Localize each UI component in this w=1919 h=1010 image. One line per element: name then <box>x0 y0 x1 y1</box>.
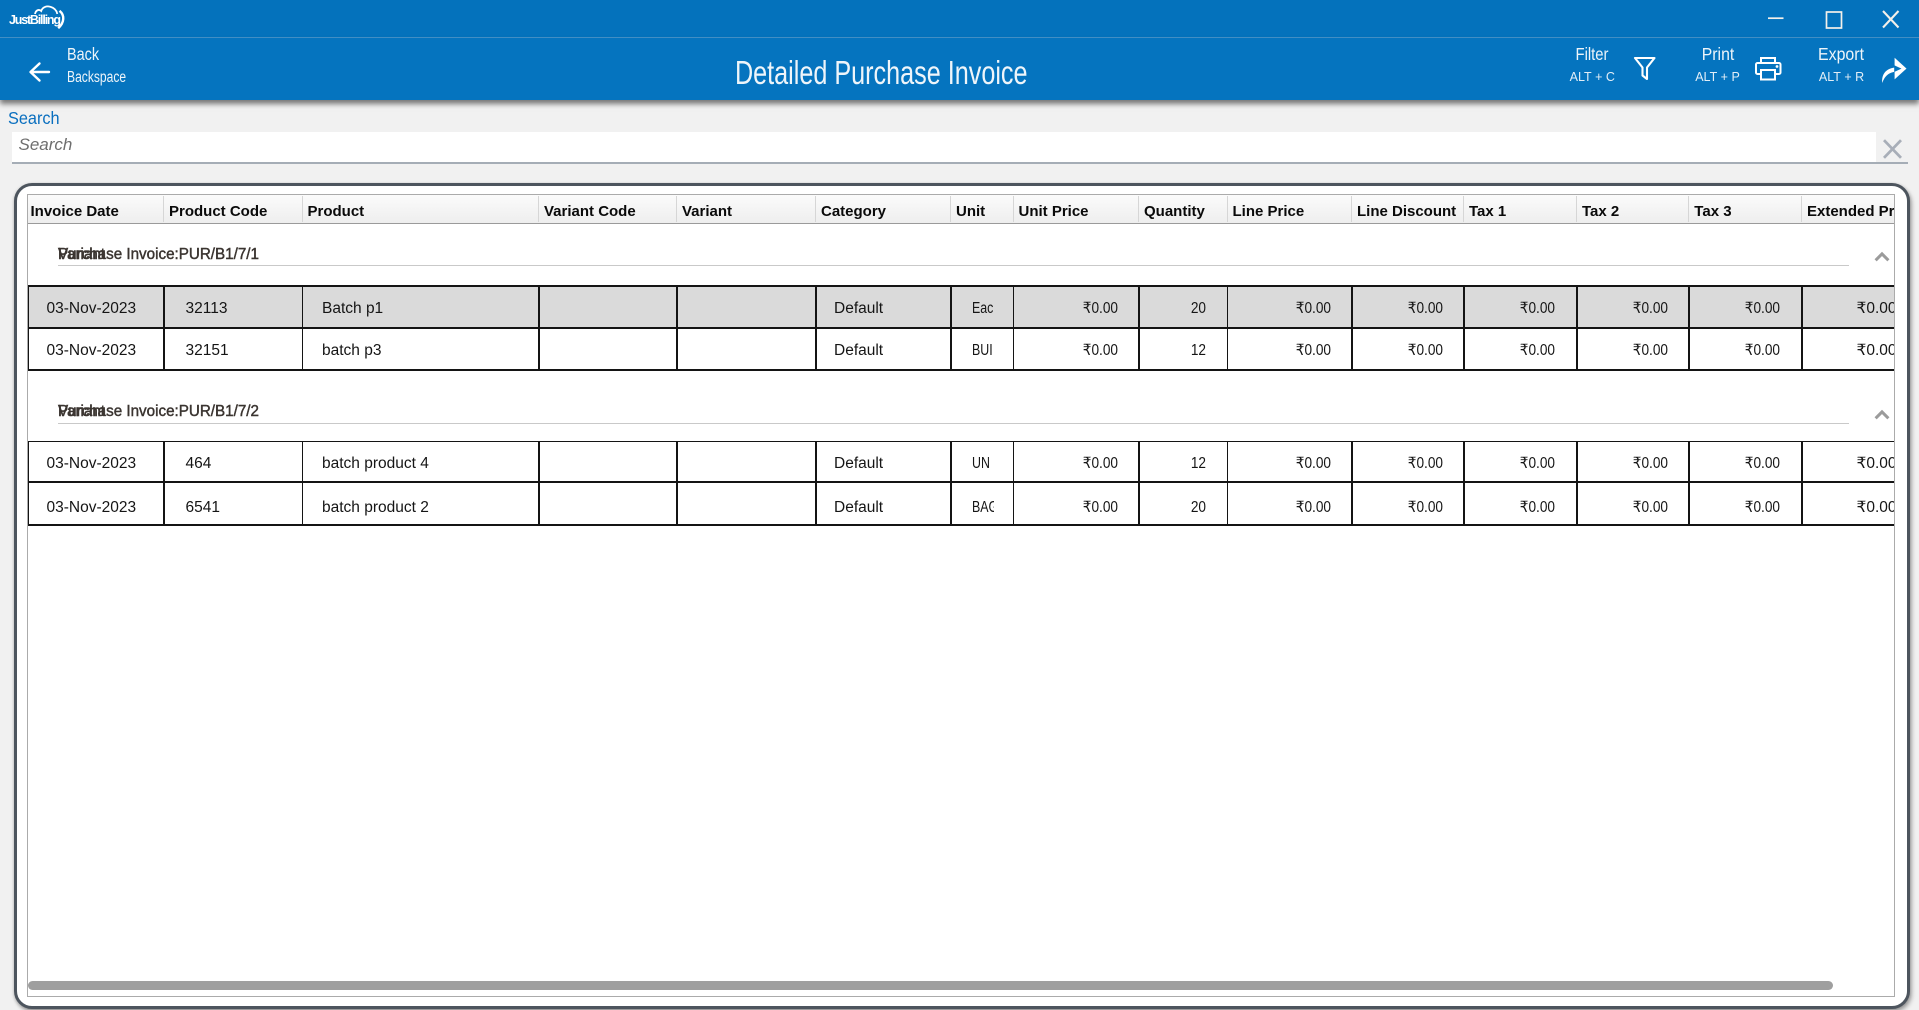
svg-text:JustBilling: JustBilling <box>9 13 61 27</box>
